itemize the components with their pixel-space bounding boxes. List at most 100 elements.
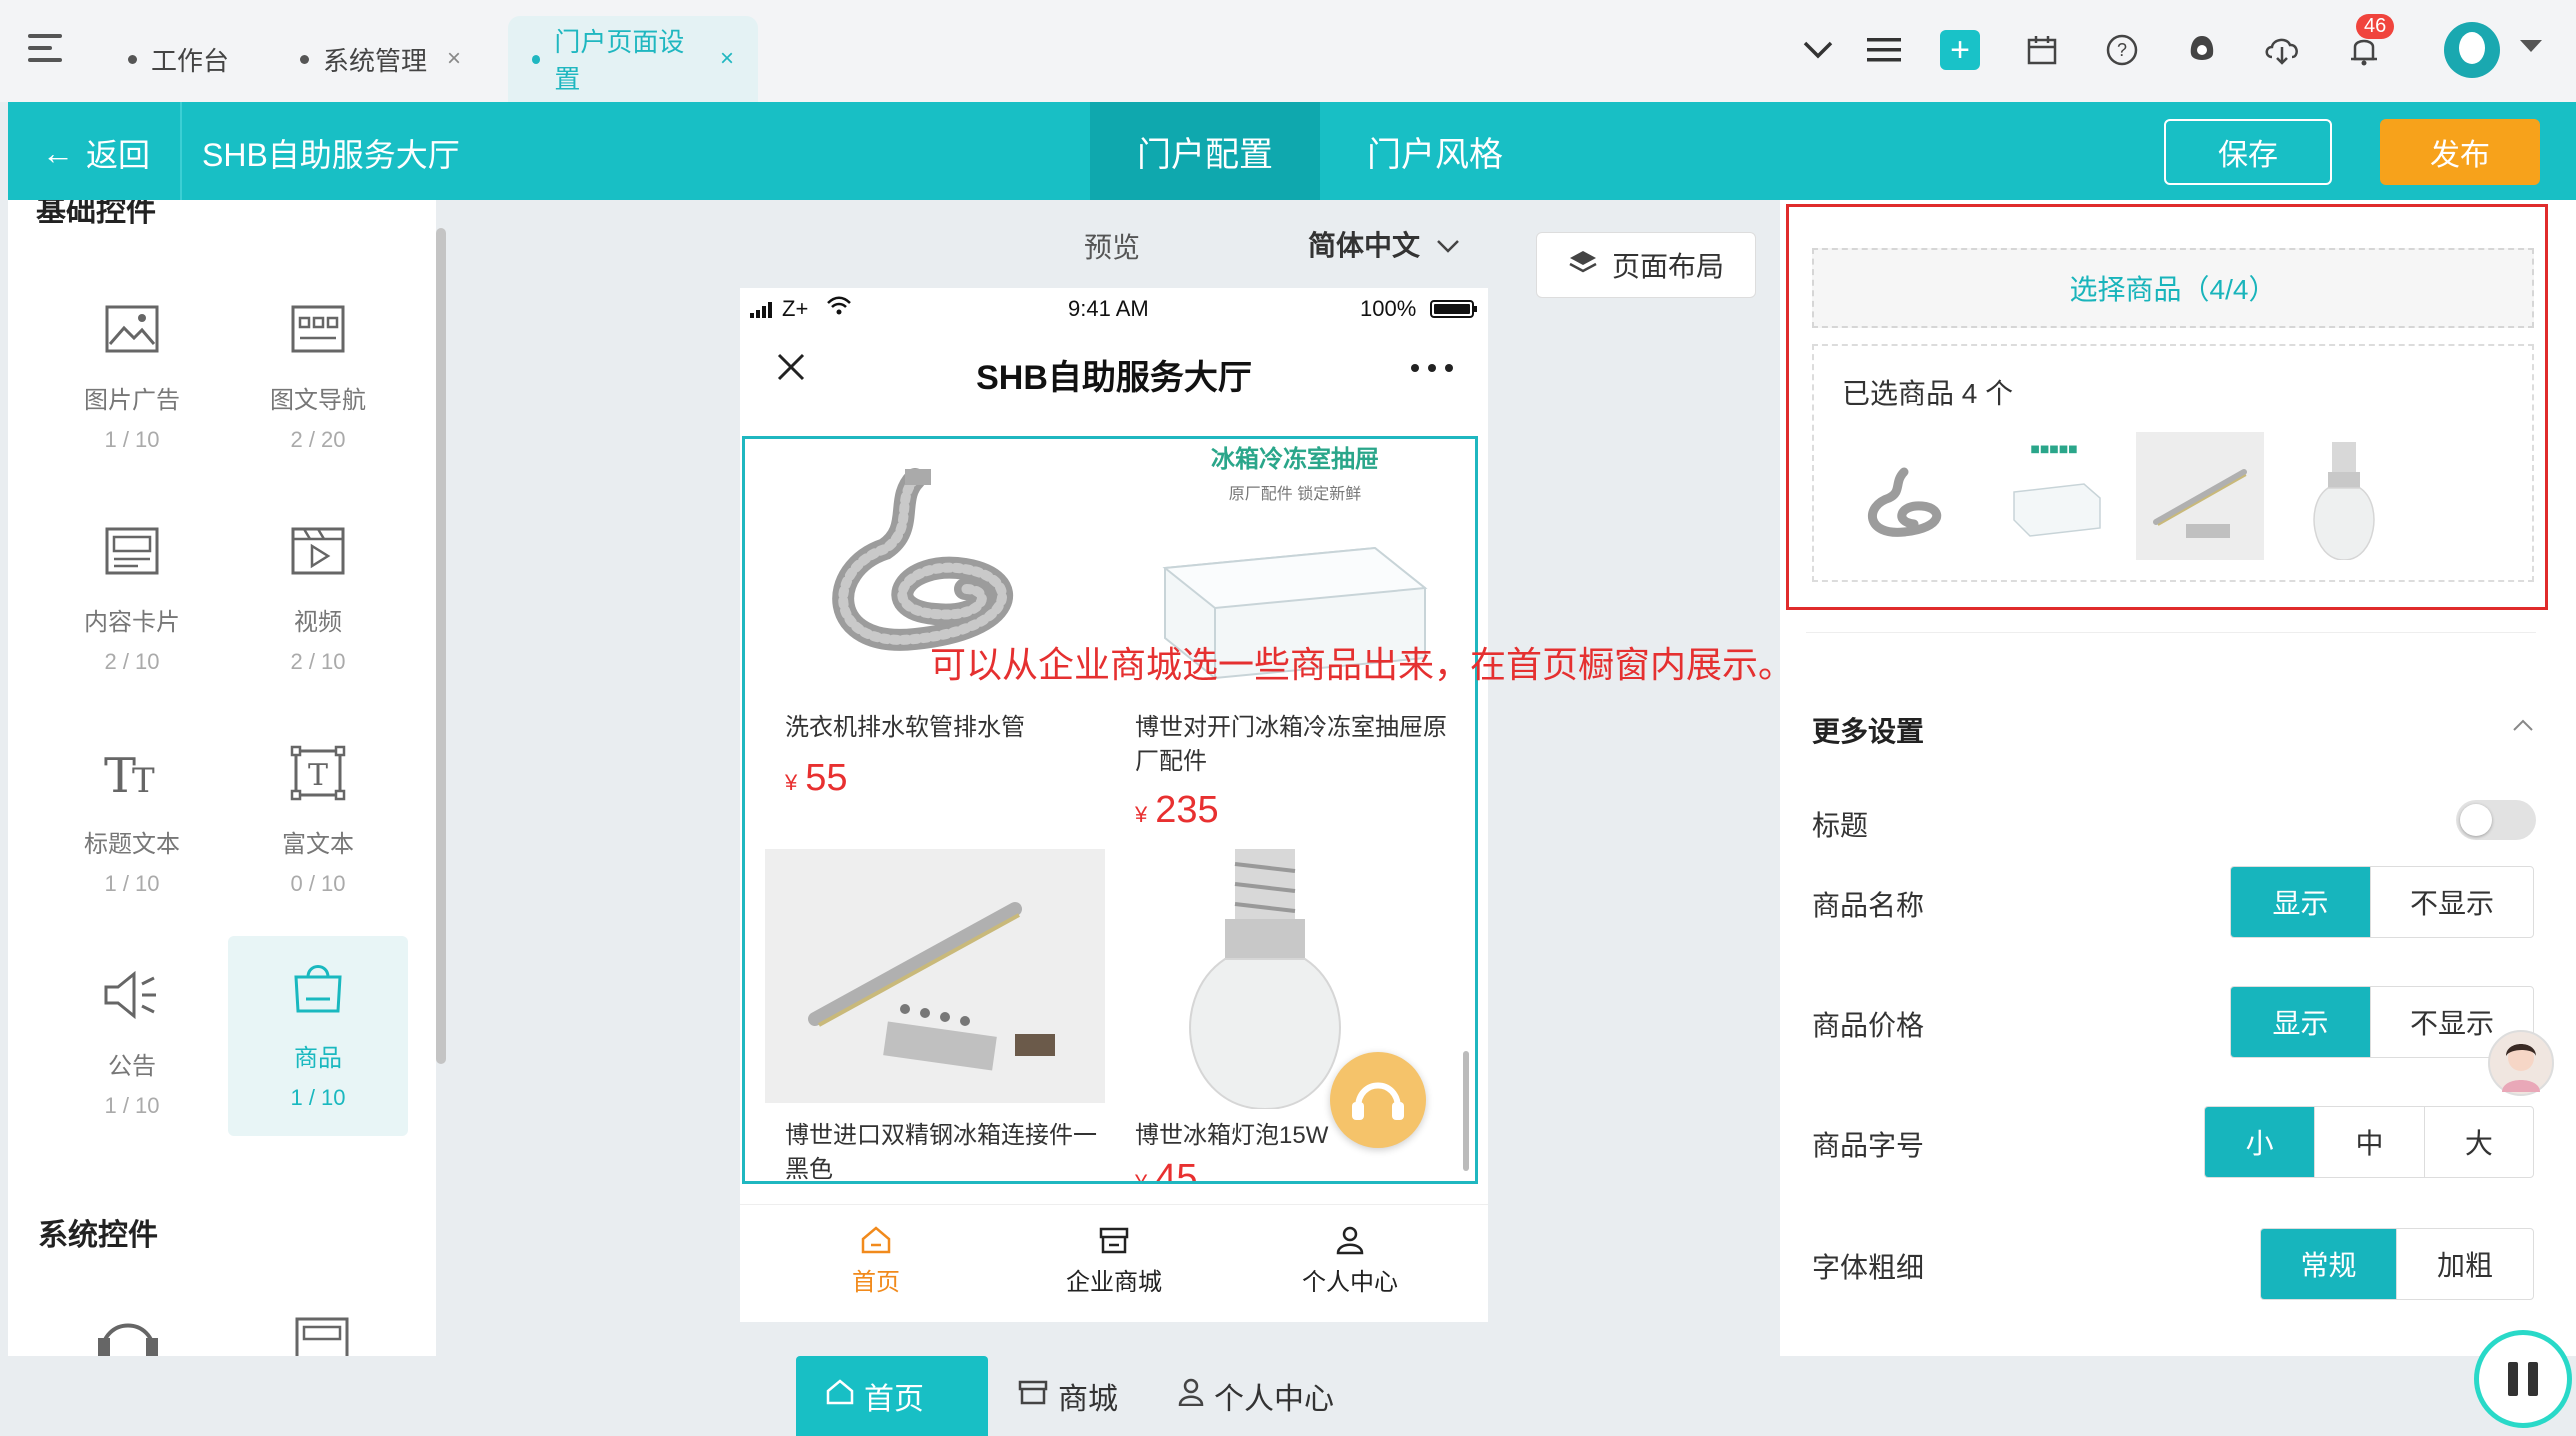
option-show[interactable]: 显示 bbox=[2231, 867, 2371, 937]
layers-icon bbox=[1568, 249, 1598, 282]
calendar-icon[interactable] bbox=[2020, 28, 2064, 72]
font-weight-segment: 常规 加粗 bbox=[2260, 1228, 2534, 1300]
price-value: 45 bbox=[1155, 1157, 1198, 1184]
arrow-left-icon: ← bbox=[42, 134, 74, 171]
option-hide[interactable]: 不显示 bbox=[2370, 867, 2533, 937]
wifi-icon bbox=[826, 296, 852, 322]
control-name: 内容卡片 bbox=[84, 609, 180, 636]
tab-portal-style[interactable]: 门户风格 bbox=[1320, 102, 1550, 200]
divider bbox=[1806, 632, 2536, 633]
back-label: 返回 bbox=[86, 137, 151, 173]
selected-goods-box: 已选商品 4 个 ■■■■■ bbox=[1812, 344, 2534, 582]
selected-goods-thumb[interactable]: ■■■■■ bbox=[1990, 432, 2118, 560]
product-image bbox=[765, 849, 1105, 1103]
close-icon[interactable]: × bbox=[447, 45, 461, 73]
phone-tab-label: 个人中心 bbox=[1302, 1269, 1398, 1296]
editor-header: ← 返回 SHB自助服务大厅 门户配置 门户风格 保存 发布 bbox=[8, 102, 2576, 200]
control-count: 0 / 10 bbox=[290, 871, 346, 896]
page-layout-button[interactable]: 页面布局 bbox=[1536, 232, 1756, 298]
control-goods[interactable]: 商品 1 / 10 bbox=[228, 936, 408, 1136]
phone-tab-mall[interactable]: 企业商城 bbox=[1014, 1225, 1214, 1297]
control-content-card[interactable]: 内容卡片 2 / 10 bbox=[42, 500, 222, 700]
status-bar: Z+ 9:41 AM 100% bbox=[740, 288, 1488, 330]
control-image-ad[interactable]: 图片广告 1 / 10 bbox=[42, 278, 222, 478]
option-small[interactable]: 小 bbox=[2205, 1107, 2315, 1177]
tab-workbench[interactable]: 工作台 bbox=[104, 16, 253, 102]
control-rich-text[interactable]: T 富文本 0 / 10 bbox=[228, 722, 408, 922]
more-icon[interactable] bbox=[1410, 360, 1454, 378]
avatar[interactable] bbox=[2444, 22, 2500, 78]
selected-goods-thumb[interactable] bbox=[1844, 432, 1972, 560]
home-icon bbox=[776, 1225, 976, 1262]
title-toggle[interactable] bbox=[2456, 800, 2536, 840]
page-title: SHB自助服务大厅 bbox=[202, 137, 460, 173]
customer-support-icon[interactable] bbox=[1330, 1052, 1426, 1148]
bottom-tab-profile[interactable]: 个人中心 bbox=[1148, 1356, 1364, 1436]
system-controls-heading: 系统控件 bbox=[38, 1219, 158, 1252]
control-name: 富文本 bbox=[282, 831, 354, 858]
publish-button[interactable]: 发布 bbox=[2380, 119, 2540, 185]
option-show[interactable]: 显示 bbox=[2231, 987, 2371, 1057]
product-price: ¥55 bbox=[785, 757, 848, 800]
control-title-text[interactable]: TT 标题文本 1 / 10 bbox=[42, 722, 222, 922]
assistant-avatar[interactable] bbox=[2488, 1030, 2554, 1096]
select-goods-button[interactable]: 选择商品（4/4） bbox=[1812, 248, 2534, 328]
phone-tab-home[interactable]: 首页 bbox=[776, 1225, 976, 1297]
card-icon[interactable] bbox=[294, 1316, 350, 1356]
phone-tab-profile[interactable]: 个人中心 bbox=[1250, 1225, 1450, 1297]
back-button[interactable]: ← 返回 bbox=[42, 130, 150, 176]
tab-label: 系统管理 bbox=[323, 45, 428, 76]
control-video[interactable]: 视频 2 / 10 bbox=[228, 500, 408, 700]
chevron-up-icon[interactable] bbox=[2512, 718, 2534, 737]
phone-preview: Z+ 9:41 AM 100% SHB自助服务大厅 洗衣机排水软管排水管 ¥ 5… bbox=[740, 288, 1488, 1322]
language-select[interactable]: 简体中文 bbox=[1308, 224, 1460, 264]
selected-goods-thumb[interactable] bbox=[2282, 432, 2410, 561]
list-icon[interactable] bbox=[1862, 28, 1906, 72]
control-count: 2 / 10 bbox=[290, 649, 346, 674]
image-icon bbox=[42, 294, 222, 364]
chevron-down-icon[interactable] bbox=[2520, 40, 2542, 59]
customer-service-icon[interactable] bbox=[96, 1310, 160, 1356]
skin-icon[interactable] bbox=[2180, 28, 2224, 72]
content-scrollbar[interactable] bbox=[1463, 1051, 1469, 1171]
plus-icon[interactable]: + bbox=[1940, 30, 1980, 70]
control-announcement[interactable]: 公告 1 / 10 bbox=[42, 944, 222, 1144]
controls-panel: 基础控件 图片广告 1 / 10 图文导航 2 / 20 内容卡片 2 / 10… bbox=[8, 200, 436, 1356]
cloud-download-icon[interactable] bbox=[2260, 28, 2304, 72]
pause-icon[interactable] bbox=[2474, 1330, 2572, 1428]
menu-toggle-icon[interactable] bbox=[28, 34, 66, 64]
price-value: 235 bbox=[1155, 789, 1219, 831]
phone-tabbar: 首页 企业商城 个人中心 bbox=[740, 1204, 1488, 1322]
option-regular[interactable]: 常规 bbox=[2261, 1229, 2396, 1299]
option-bold[interactable]: 加粗 bbox=[2396, 1229, 2533, 1299]
phone-navbar: SHB自助服务大厅 bbox=[740, 330, 1488, 406]
chevron-down-icon[interactable] bbox=[1796, 28, 1840, 72]
tab-label: 工作台 bbox=[151, 45, 230, 76]
carrier-text: Z+ bbox=[782, 296, 809, 321]
title-text-icon: TT bbox=[42, 738, 222, 808]
option-large[interactable]: 大 bbox=[2423, 1107, 2533, 1177]
bottom-tab-mall[interactable]: 商城 bbox=[988, 1356, 1148, 1436]
tab-system-management[interactable]: 系统管理 × bbox=[276, 16, 485, 102]
tab-portal-page-settings[interactable]: 门户页面设置 × bbox=[508, 16, 758, 102]
battery-text: 100% bbox=[1360, 296, 1417, 321]
price-value: 55 bbox=[805, 757, 848, 799]
bottom-tab-label: 首页 bbox=[864, 1383, 924, 1416]
selected-goods-thumb[interactable] bbox=[2136, 432, 2264, 560]
save-button[interactable]: 保存 bbox=[2164, 119, 2332, 185]
option-medium[interactable]: 中 bbox=[2314, 1107, 2423, 1177]
control-count: 1 / 10 bbox=[104, 871, 160, 896]
tab-bar: 工作台 系统管理 × 门户页面设置 × + ? 46 bbox=[0, 0, 2576, 102]
help-icon[interactable]: ? bbox=[2100, 28, 2144, 72]
left-panel-scrollbar[interactable] bbox=[436, 228, 446, 1064]
page-layout-label: 页面布局 bbox=[1611, 251, 1724, 282]
annotation-text: 可以从企业商城选一些商品出来，在首页橱窗内展示。 bbox=[930, 644, 1795, 685]
control-image-nav[interactable]: 图文导航 2 / 20 bbox=[228, 278, 408, 478]
control-count: 2 / 20 bbox=[290, 427, 346, 452]
close-icon[interactable]: × bbox=[720, 45, 734, 73]
svg-text:T: T bbox=[308, 758, 328, 793]
bottom-tab-home[interactable]: 首页 bbox=[796, 1356, 988, 1436]
tab-portal-config[interactable]: 门户配置 bbox=[1090, 102, 1320, 200]
product-banner-title: 冰箱冷冻室抽屉 bbox=[1211, 446, 1379, 473]
signal-icon bbox=[750, 298, 776, 324]
